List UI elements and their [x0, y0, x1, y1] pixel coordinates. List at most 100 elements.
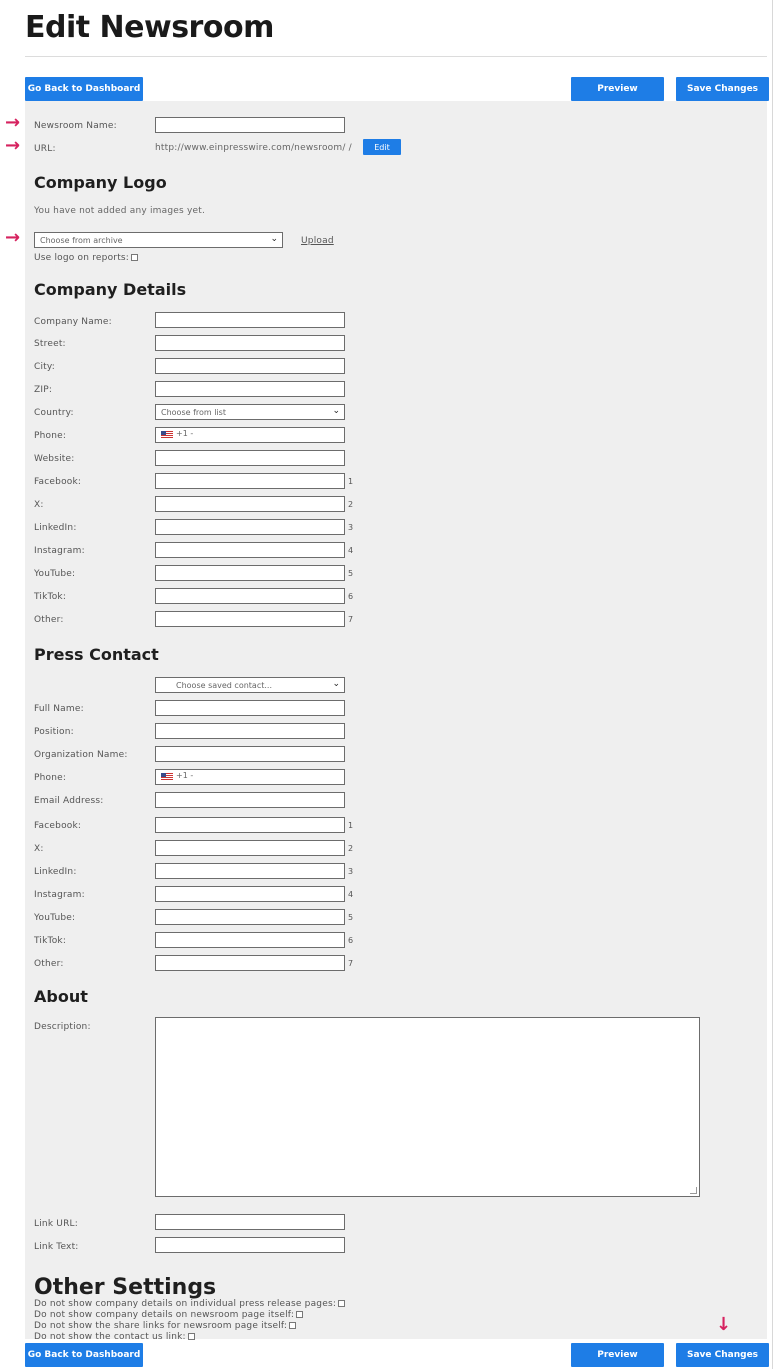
zip-input[interactable]: [155, 381, 345, 397]
social-label: LinkedIn:: [34, 867, 77, 877]
street-label: Street:: [34, 339, 66, 349]
saved-contact-select-value: Choose saved contact...: [176, 680, 272, 690]
website-label: Website:: [34, 454, 75, 464]
us-flag-icon[interactable]: [161, 431, 173, 439]
description-textarea[interactable]: [155, 1017, 700, 1197]
press-phone-label: Phone:: [34, 773, 67, 783]
page-title: Edit Newsroom: [25, 10, 274, 45]
city-label: City:: [34, 362, 56, 372]
company-phone-label: Phone:: [34, 431, 67, 441]
organization-name-input[interactable]: [155, 746, 345, 762]
setting-option: Do not show company details on newsroom …: [34, 1310, 304, 1320]
other-settings-heading: Other Settings: [34, 1275, 217, 1300]
newsroom-name-label: Newsroom Name:: [34, 121, 117, 131]
social-input[interactable]: [155, 519, 345, 535]
social-index: 2: [348, 500, 354, 509]
social-input[interactable]: [155, 840, 345, 856]
description-label: Description:: [34, 1022, 91, 1032]
social-input[interactable]: [155, 863, 345, 879]
setting-option: Do not show company details on individua…: [34, 1299, 346, 1309]
preview-button[interactable]: Preview: [571, 77, 664, 101]
social-input[interactable]: [155, 565, 345, 581]
save-changes-button-bottom[interactable]: Save Changes: [676, 1343, 769, 1367]
no-images-text: You have not added any images yet.: [34, 206, 206, 216]
phone-country-code: +1 -: [176, 429, 194, 438]
social-index: 6: [348, 936, 354, 945]
logo-archive-select[interactable]: Choose from archive ⌄: [34, 232, 283, 248]
social-label: Instagram:: [34, 546, 85, 556]
social-input[interactable]: [155, 542, 345, 558]
annotation-arrow-down-icon: ↓: [716, 1314, 732, 1335]
setting-option: Do not show the contact us link:: [34, 1332, 195, 1342]
full-name-input[interactable]: [155, 700, 345, 716]
us-flag-icon[interactable]: [161, 773, 173, 781]
country-select[interactable]: Choose from list ⌄: [155, 404, 345, 420]
resize-handle-icon[interactable]: [690, 1187, 697, 1194]
city-input[interactable]: [155, 358, 345, 374]
back-to-dashboard-button[interactable]: Go Back to Dashboard: [25, 77, 143, 101]
press-contact-heading: Press Contact: [34, 645, 159, 664]
setting-option-label: Do not show the share links for newsroom…: [34, 1321, 288, 1331]
street-input[interactable]: [155, 335, 345, 351]
website-input[interactable]: [155, 450, 345, 466]
social-label: Instagram:: [34, 890, 85, 900]
edit-url-button[interactable]: Edit: [363, 139, 401, 155]
logo-archive-select-value: Choose from archive: [40, 235, 123, 245]
country-select-value: Choose from list: [161, 407, 226, 417]
upload-link[interactable]: Upload: [301, 236, 334, 246]
social-input[interactable]: [155, 817, 345, 833]
link-url-input[interactable]: [155, 1214, 345, 1230]
position-input[interactable]: [155, 723, 345, 739]
social-label: X:: [34, 500, 44, 510]
social-input[interactable]: [155, 886, 345, 902]
social-label: Other:: [34, 615, 64, 625]
setting-checkbox[interactable]: [296, 1311, 304, 1318]
company-name-input[interactable]: [155, 312, 345, 328]
phone-country-code: +1 -: [176, 771, 194, 780]
social-input[interactable]: [155, 909, 345, 925]
social-label: Other:: [34, 959, 64, 969]
company-phone-input[interactable]: +1 -: [155, 427, 345, 443]
setting-checkbox[interactable]: [289, 1322, 297, 1329]
setting-checkbox[interactable]: [338, 1300, 346, 1307]
social-index: 4: [348, 546, 354, 555]
social-input[interactable]: [155, 932, 345, 948]
social-input[interactable]: [155, 611, 345, 627]
company-name-label: Company Name:: [34, 317, 112, 327]
setting-checkbox[interactable]: [187, 1333, 195, 1340]
social-label: TikTok:: [34, 936, 67, 946]
annotation-arrow-icon: →: [5, 227, 21, 248]
social-input[interactable]: [155, 496, 345, 512]
social-input[interactable]: [155, 955, 345, 971]
social-index: 1: [348, 821, 354, 830]
save-changes-button[interactable]: Save Changes: [676, 77, 769, 101]
social-index: 5: [348, 913, 354, 922]
setting-option-label: Do not show the contact us link:: [34, 1332, 186, 1342]
full-name-label: Full Name:: [34, 704, 84, 714]
about-heading: About: [34, 987, 88, 1006]
press-phone-input[interactable]: +1 -: [155, 769, 345, 785]
use-logo-on-reports-checkbox[interactable]: [131, 254, 139, 261]
link-text-input[interactable]: [155, 1237, 345, 1253]
chevron-down-icon: ⌄: [270, 234, 278, 244]
back-to-dashboard-button-bottom[interactable]: Go Back to Dashboard: [25, 1343, 143, 1367]
email-input[interactable]: [155, 792, 345, 808]
company-logo-heading: Company Logo: [34, 173, 167, 192]
country-label: Country:: [34, 408, 74, 418]
use-logo-on-reports: Use logo on reports:: [34, 253, 139, 263]
social-label: TikTok:: [34, 592, 67, 602]
email-label: Email Address:: [34, 796, 104, 806]
social-label: Facebook:: [34, 477, 82, 487]
annotation-arrow-icon: →: [5, 135, 21, 156]
social-index: 2: [348, 844, 354, 853]
preview-button-bottom[interactable]: Preview: [571, 1343, 664, 1367]
annotation-arrow-icon: →: [5, 112, 21, 133]
chevron-down-icon: ⌄: [332, 406, 340, 416]
social-input[interactable]: [155, 588, 345, 604]
social-input[interactable]: [155, 473, 345, 489]
newsroom-name-input[interactable]: [155, 117, 345, 133]
company-details-heading: Company Details: [34, 280, 187, 299]
social-label: Facebook:: [34, 821, 82, 831]
saved-contact-select[interactable]: Choose saved contact... ⌄: [155, 677, 345, 693]
social-index: 1: [348, 477, 354, 486]
